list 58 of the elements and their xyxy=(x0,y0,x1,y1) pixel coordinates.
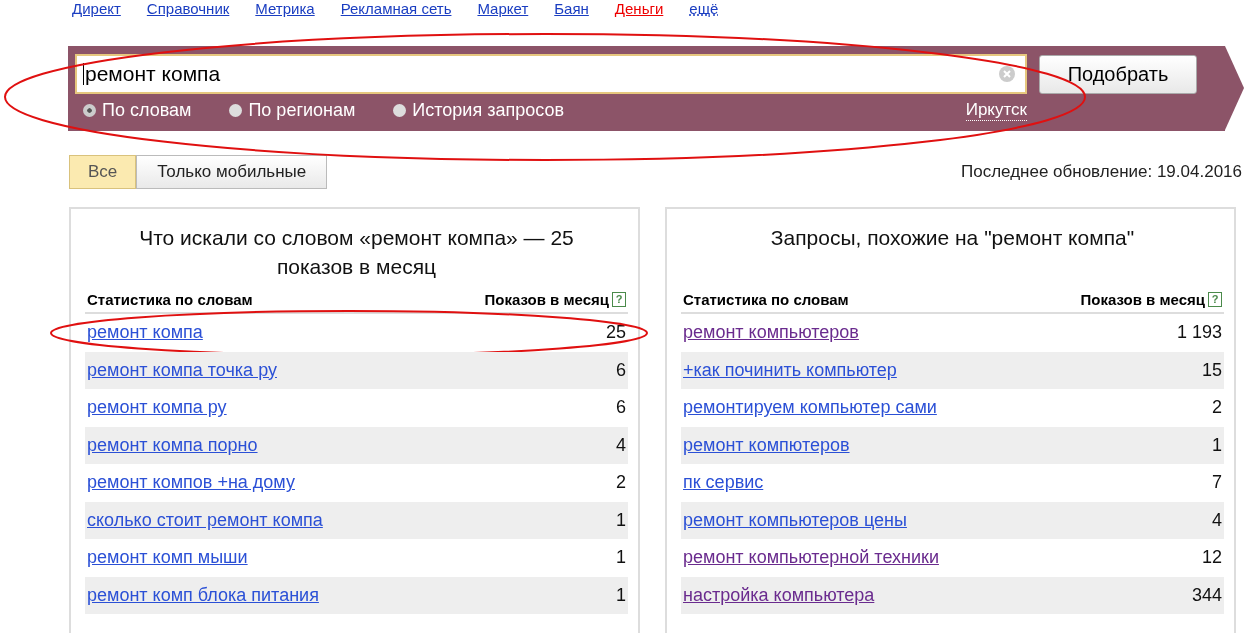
count-cell: 12 xyxy=(1201,547,1222,569)
count-cell: 1 xyxy=(616,509,626,531)
clear-icon[interactable] xyxy=(999,66,1015,82)
column-header: Статистика по словам xyxy=(87,291,253,308)
count-cell: 15 xyxy=(1201,359,1222,381)
phrase-link[interactable]: пк сервис xyxy=(683,472,764,494)
phrase-link[interactable]: ремонт компа порно xyxy=(87,434,258,456)
panel-title: Что искали со словом «ремонт компа» — 25 показов в месяц xyxy=(138,225,575,280)
phrase-link[interactable]: настройка компьютера xyxy=(683,584,875,606)
count-cell: 1 xyxy=(616,547,626,569)
phrase-link[interactable]: сколько стоит ремонт компа xyxy=(87,509,323,531)
phrase-link[interactable]: ремонт компьютеров xyxy=(683,322,859,344)
nav-link[interactable]: Директ xyxy=(72,0,121,22)
phrase-link[interactable]: ремонт компа xyxy=(87,322,203,344)
phrase-link[interactable]: ремонт комп мыши xyxy=(87,547,248,569)
radio-option[interactable]: По регионам xyxy=(229,100,356,121)
count-cell: 1 xyxy=(1212,434,1222,456)
region-link[interactable]: Иркутск xyxy=(965,100,1027,121)
radio-option[interactable]: По словам xyxy=(83,100,192,121)
help-icon[interactable]: ? xyxy=(1208,292,1222,307)
search-field[interactable]: ремонт компа xyxy=(75,54,1027,94)
last-update-text: Последнее обновление: 19.04.2016 xyxy=(960,162,1243,182)
count-cell: 7 xyxy=(1212,472,1222,494)
radio-option[interactable]: История запросов xyxy=(393,100,564,121)
phrase-link[interactable]: ремонт компов +на дому xyxy=(87,472,295,494)
help-icon[interactable]: ? xyxy=(612,292,626,307)
phrase-link[interactable]: ремонт компьютеров цены xyxy=(683,509,907,531)
count-cell: 1 193 xyxy=(1176,322,1222,344)
submit-button[interactable]: Подобрать xyxy=(1039,54,1197,94)
column-header: Показов в месяц xyxy=(484,291,609,308)
column-header: Показов в месяц xyxy=(1080,291,1205,308)
phrase-link[interactable]: ремонт комп блока питания xyxy=(87,584,319,606)
phrase-link[interactable]: ремонт компютеров xyxy=(683,434,850,456)
nav-link[interactable]: Справочник xyxy=(146,0,230,22)
count-cell: 6 xyxy=(616,359,626,381)
count-cell: 4 xyxy=(1212,509,1222,531)
panel-title: Запросы, похожие на "ремонт компа" xyxy=(769,225,1136,251)
count-cell: 4 xyxy=(616,434,626,456)
filter-tab[interactable]: Только мобильные xyxy=(136,155,328,189)
nav-link[interactable]: Маркет xyxy=(477,0,529,22)
phrase-link[interactable]: ремонт компа точка ру xyxy=(87,359,277,381)
nav-link[interactable]: Деньги xyxy=(614,0,664,22)
phrase-link[interactable]: ремонт компа ру xyxy=(87,397,227,419)
nav-link[interactable]: ещё xyxy=(689,0,719,22)
filter-tab[interactable]: Все xyxy=(69,155,137,189)
count-cell: 344 xyxy=(1191,584,1222,606)
count-cell: 1 xyxy=(616,584,626,606)
column-header: Статистика по словам xyxy=(683,291,849,308)
count-cell: 2 xyxy=(616,472,626,494)
count-cell: 2 xyxy=(1212,397,1222,419)
nav-link[interactable]: Рекламная сеть xyxy=(340,0,452,22)
count-cell: 6 xyxy=(616,397,626,419)
phrase-link[interactable]: ремонт компьютерной техники xyxy=(683,547,939,569)
nav-link[interactable]: Баян xyxy=(554,0,589,22)
phrase-link[interactable]: +как починить компьютер xyxy=(683,359,897,381)
nav-link[interactable]: Метрика xyxy=(255,0,315,22)
phrase-link[interactable]: ремонтируем компьютер сами xyxy=(683,397,937,419)
count-cell: 25 xyxy=(605,322,626,344)
